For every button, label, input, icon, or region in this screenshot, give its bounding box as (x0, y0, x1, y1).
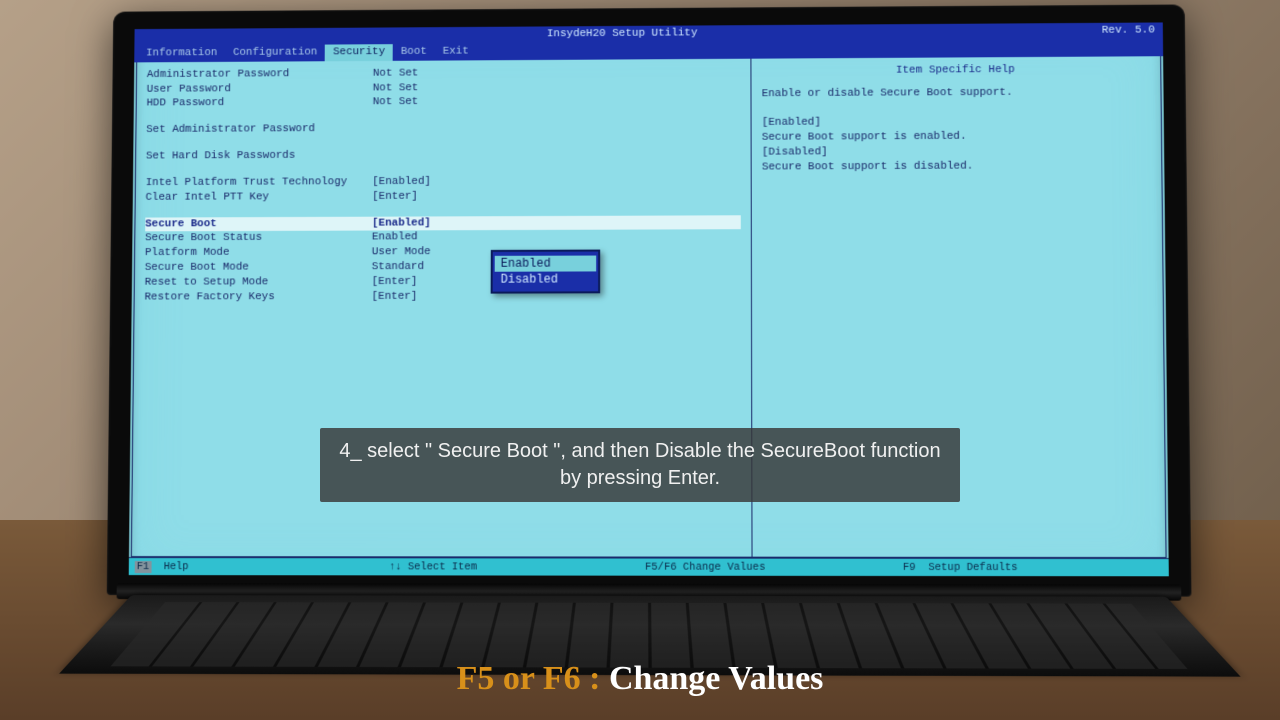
help-title: Item Specific Help (762, 62, 1151, 79)
setting-value: Not Set (373, 95, 419, 110)
help-line: Secure Boot support is disabled. (762, 159, 1152, 176)
setting-label: Platform Mode (145, 246, 372, 261)
setting-value: [Enabled] (372, 175, 431, 190)
setting-value: Enabled (372, 231, 418, 246)
tab-information[interactable]: Information (138, 45, 225, 62)
footer-help-label: Help (164, 561, 189, 573)
footer-col3: F5/F6 Change Values Enter Select ▶ SubMe… (645, 560, 903, 576)
tab-configuration[interactable]: Configuration (225, 44, 325, 61)
setting-label: Restore Factory Keys (144, 290, 371, 305)
secure-boot-popup[interactable]: Enabled Disabled (491, 249, 601, 293)
bios-footer: F1 Help Esc Exit ↑↓ Select Item ←→ Selec… (129, 557, 1169, 577)
footer-exit-label: Exit (160, 575, 185, 576)
caption-keys: F5 or F6 : (457, 660, 609, 697)
setting-label: Intel Platform Trust Technology (146, 175, 373, 191)
help-text: Enable or disable Secure Boot support. [… (762, 85, 1152, 175)
setting-label: Set Administrator Password (146, 122, 372, 138)
esc-key: Esc (135, 575, 154, 576)
setting-value: [Enter] (372, 190, 418, 205)
setting-value: User Mode (372, 245, 431, 260)
titlebar-right: Rev. 5.0 (1102, 24, 1155, 39)
setting-label: Set Hard Disk Passwords (146, 149, 373, 165)
video-caption: F5 or F6 : Change Values (0, 660, 1280, 698)
footer-col1: F1 Help Esc Exit (135, 560, 389, 577)
setting-label: Secure Boot Status (145, 231, 372, 246)
tab-exit[interactable]: Exit (435, 43, 477, 60)
screen-bezel: InsydeH20 Setup Utility Rev. 5.0 Informa… (107, 4, 1192, 596)
footer-col2: ↑↓ Select Item ←→ Select Menu (389, 560, 645, 576)
footer-col4: F9 Setup Defaults F10 Save and Exit (903, 560, 1163, 576)
setting-label: HDD Password (146, 96, 372, 112)
setting-value: Not Set (373, 66, 419, 81)
setting-label: User Password (147, 81, 373, 97)
setting-row[interactable]: Restore Factory Keys[Enter] (144, 289, 741, 305)
laptop: InsydeH20 Setup Utility Rev. 5.0 Informa… (105, 4, 1192, 718)
setting-value: [Enter] (372, 290, 418, 305)
tab-boot[interactable]: Boot (393, 44, 435, 61)
setting-label: Clear Intel PTT Key (145, 190, 372, 206)
setting-value: [Enabled] (372, 216, 431, 231)
f1-key: F1 (135, 561, 152, 573)
setting-value: Not Set (373, 81, 419, 96)
setting-label: Administrator Password (147, 67, 373, 83)
setting-value: [Enter] (372, 275, 418, 290)
setting-label: Secure Boot Mode (145, 260, 372, 275)
setting-label: Secure Boot (145, 216, 372, 232)
video-subtitle: 4_ select " Secure Boot ", and then Disa… (320, 428, 960, 502)
caption-desc: Change Values (609, 660, 823, 697)
popup-option-disabled[interactable]: Disabled (495, 271, 597, 287)
setting-value: Standard (372, 260, 424, 275)
setting-row[interactable]: Reset to Setup Mode[Enter] (145, 274, 742, 290)
tab-security[interactable]: Security (325, 44, 393, 61)
popup-option-enabled[interactable]: Enabled (495, 255, 596, 271)
setting-label: Reset to Setup Mode (145, 275, 372, 290)
